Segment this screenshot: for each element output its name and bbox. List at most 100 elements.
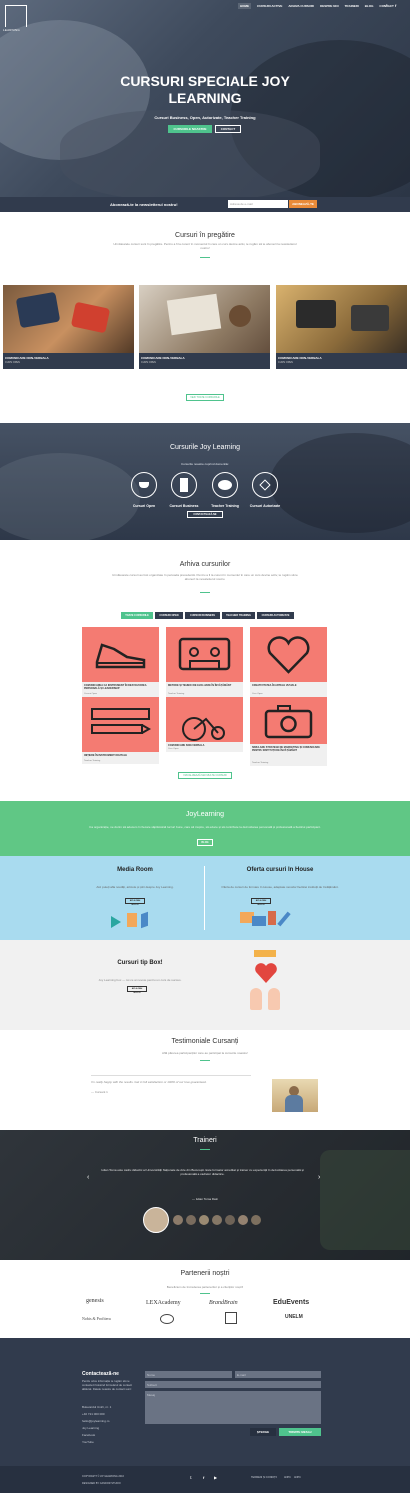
trainers-title: Traineri <box>193 1137 217 1144</box>
card-sub: CURS OPEN <box>278 361 293 364</box>
inhouse-more-button[interactable]: AFLĂ MAI MULTE <box>251 898 271 906</box>
card-sub: CURS OPEN <box>141 361 156 364</box>
course-card[interactable]: COMUNICARE NON-VERBALA CURS OPEN <box>276 285 407 369</box>
message-textarea[interactable]: Mesaj <box>145 1391 321 1424</box>
contact-line[interactable]: hello@joylearning.ro <box>82 1419 109 1423</box>
contact-section: Contactează-ne Pentru orice informație t… <box>0 1338 410 1466</box>
media-title: Media Room <box>117 867 153 873</box>
facebook-icon[interactable]: f <box>203 1475 204 1480</box>
partner-logo-icon[interactable] <box>225 1312 237 1324</box>
box-title: Cursuri tip Box! <box>117 960 163 966</box>
archive-item[interactable]: COMUNICARE NON-VERBALA Curs Open <box>166 742 243 752</box>
courses-button[interactable]: CURSURILE NOASTRE <box>168 125 212 133</box>
sneaker-icon[interactable] <box>82 627 159 682</box>
joy-logo-icon[interactable] <box>5 5 27 27</box>
trainer-thumb[interactable] <box>225 1215 235 1225</box>
email-input[interactable]: E-mail <box>235 1371 321 1378</box>
reset-button[interactable]: ȘTERGE <box>250 1428 276 1436</box>
nav-traineri[interactable]: TRAINERI <box>345 4 359 8</box>
footer-link[interactable]: TERMENI ȘI CONDIȚII <box>251 1476 277 1479</box>
nav-home[interactable]: HOME <box>238 3 251 9</box>
box-more-button[interactable]: AFLĂ MAI MULTE <box>127 986 147 994</box>
nav-despre[interactable]: DESPRE NOI <box>320 4 339 8</box>
pencil-icon <box>277 911 291 927</box>
partner-logo[interactable]: EduEvents <box>273 1299 309 1306</box>
filter-all[interactable]: TOATE CURSURILE <box>121 612 153 619</box>
hero-title: CURSURI SPECIALE JOY LEARNING <box>120 73 290 106</box>
trainer-thumb[interactable] <box>212 1215 222 1225</box>
youtube-icon[interactable]: ▶ <box>214 1475 217 1480</box>
archive-item[interactable]: SIMULARE STRATEGII DE MARKETING ȘI COMUN… <box>250 744 327 766</box>
partner-logo[interactable]: LEXAcademy <box>146 1300 181 1306</box>
facebook-icon[interactable]: f <box>395 3 396 8</box>
separator <box>200 1293 210 1294</box>
filter-autorizate[interactable]: CURSURI AUTORIZATE <box>257 612 294 619</box>
testimonials-title: Testimoniale Cursanți <box>171 1038 239 1045</box>
contact-line[interactable]: Facebook <box>82 1433 95 1437</box>
archive-item-title: INIȚIERE ÎN INSTRUMENT DIGITALE <box>84 754 128 757</box>
building-icon[interactable] <box>171 472 197 498</box>
clipboard-icon <box>268 911 276 925</box>
course-card[interactable]: COMUNICARE NON-VERBALA CURS OPEN <box>139 285 270 369</box>
media-more-button[interactable]: AFLĂ MAI MULTE <box>125 898 145 906</box>
name-input[interactable]: Nume <box>145 1371 232 1378</box>
cassette-icon[interactable] <box>166 627 243 682</box>
nav-cursuri-active[interactable]: CURSURI ACTIVE <box>257 4 282 8</box>
nav-blog[interactable]: BLOG <box>365 4 374 8</box>
footer-link[interactable]: ANPC <box>284 1476 291 1479</box>
twitter-icon[interactable]: 𝕥 <box>386 3 388 8</box>
send-button[interactable]: TRIMITE MESAJ <box>279 1428 321 1436</box>
card-title: COMUNICARE NON-VERBALA <box>141 356 185 360</box>
contact-desc: Pentru orice informație te rugăm să ne c… <box>82 1379 132 1391</box>
trainer-thumb[interactable] <box>186 1215 196 1225</box>
card-sub: CURS OPEN <box>5 361 20 364</box>
newsletter-bar: Abonează-te la newsletterul nostru! Adre… <box>0 197 410 212</box>
filter-open[interactable]: CURSURI OPEN <box>155 612 183 619</box>
chat-bubbles-icon[interactable] <box>212 472 238 498</box>
trainer-thumb[interactable] <box>173 1215 183 1225</box>
archive-item-title: SIMULARE STRATEGII DE MARKETING ȘI COMUN… <box>252 746 320 752</box>
archive-item[interactable]: COMUNICAREA CA INSTRUMENT ÎN DEZVOLTAREA… <box>82 682 159 697</box>
heart-icon[interactable] <box>250 627 327 682</box>
blog-button[interactable]: BLOG <box>197 839 213 846</box>
testimonials-desc: Află părerea participanților care au par… <box>162 1051 248 1055</box>
ruler-pencil-icon[interactable] <box>82 697 159 752</box>
partner-logo[interactable]: UNELM <box>285 1314 303 1320</box>
archive-item[interactable]: METODE ȘI TEHNICI DE EVALUARE ÎN ÎNVĂȚĂM… <box>166 682 243 697</box>
subject-input[interactable]: Subiect <box>145 1381 321 1388</box>
newsletter-email-input[interactable]: Adresa de e-mail <box>228 200 288 208</box>
prev-arrow-icon[interactable]: ‹ <box>87 1174 89 1181</box>
partner-logo[interactable]: genesis <box>86 1298 104 1304</box>
filter-business[interactable]: CURSURI BUSINESS <box>185 612 220 619</box>
ship-icon[interactable] <box>131 472 157 498</box>
see-all-courses-button[interactable]: VEZI TOATE CURSURILE <box>186 394 224 401</box>
partner-logo[interactable]: BrandBrain <box>209 1300 238 1306</box>
trainer-thumb[interactable] <box>199 1215 209 1225</box>
footer-link[interactable]: ANPC <box>294 1476 301 1479</box>
archive-item-sub: Teacher Training <box>84 760 101 762</box>
designed-by[interactable]: DESIGNED BY CANDOR STUDIO <box>82 1482 121 1485</box>
partners-title: Partenerii noștri <box>180 1270 230 1277</box>
partner-logo-icon[interactable] <box>160 1314 174 1324</box>
trainer-thumb[interactable] <box>251 1215 261 1225</box>
filter-teacher[interactable]: TEACHER TRAINING <box>222 612 255 619</box>
twitter-icon[interactable]: 𝕥 <box>190 1475 192 1480</box>
compass-icon[interactable] <box>252 472 278 498</box>
archive-item[interactable]: CREATIVITATEA ÎN ARTELE VIZUALE Curs Open <box>250 682 327 697</box>
contact-line[interactable]: Joy Learning <box>82 1426 99 1430</box>
camera-icon[interactable] <box>250 697 327 744</box>
subscribe-button[interactable]: ABONEAZĂ-TE <box>289 200 317 208</box>
next-arrow-icon[interactable]: › <box>318 1174 320 1181</box>
more-courses-button[interactable]: VIZUALIZEAZĂ MAI MULTE CURSURI <box>178 772 232 779</box>
archive-item[interactable]: INIȚIERE ÎN INSTRUMENT DIGITALE Teacher T… <box>82 752 159 764</box>
nav-arhiva[interactable]: ARHIVA CURSURI <box>288 4 314 8</box>
partner-logo[interactable]: Nobis & Profitera <box>82 1316 111 1321</box>
contact-us-button[interactable]: CONTACTEAZĂ-NE <box>187 511 223 518</box>
trainer-avatar[interactable] <box>143 1207 169 1233</box>
archive-item-title: COMUNICARE NON-VERBALA <box>168 744 205 747</box>
contact-line[interactable]: YouTube <box>82 1440 94 1444</box>
item-label: Cursuri Autorizate <box>249 504 281 508</box>
contact-button[interactable]: CONTACT <box>215 125 241 133</box>
course-card[interactable]: COMUNICARE NON-VERBALA CURS OPEN <box>3 285 134 369</box>
trainer-thumb[interactable] <box>238 1215 248 1225</box>
